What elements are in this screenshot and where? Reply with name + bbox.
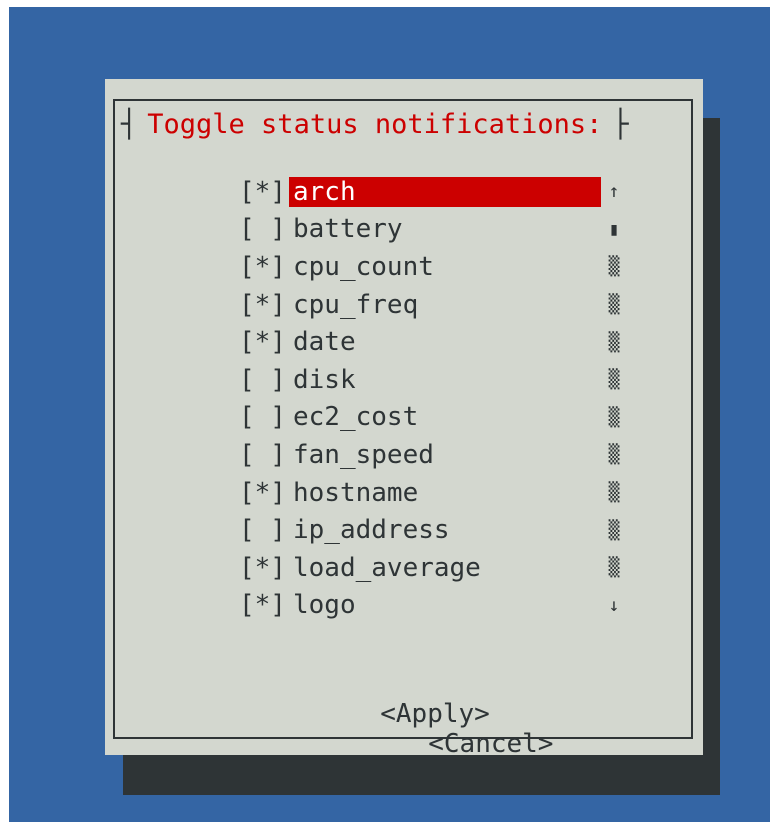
dialog-title-bar: ┤ Toggle status notifications: ├ bbox=[121, 107, 629, 143]
item-label[interactable]: arch bbox=[289, 176, 601, 207]
checklist: [*] arch ↑ [ ] battery ▮ [*] cpu_count ▒… bbox=[239, 173, 659, 624]
checklist-item-load-average[interactable]: [*] load_average ▒ bbox=[239, 549, 659, 587]
checklist-item-cpu-count[interactable]: [*] cpu_count ▒ bbox=[239, 248, 659, 286]
scroll-track[interactable]: ▒ bbox=[601, 444, 627, 465]
checklist-item-arch[interactable]: [*] arch ↑ bbox=[239, 173, 659, 211]
apply-button[interactable]: <Apply> bbox=[380, 699, 490, 729]
scroll-track[interactable]: ▒ bbox=[601, 256, 627, 277]
checkbox[interactable]: [ ] bbox=[239, 402, 289, 432]
item-label[interactable]: ec2_cost bbox=[289, 402, 601, 432]
item-label[interactable]: fan_speed bbox=[289, 440, 601, 470]
checkbox[interactable]: [*] bbox=[239, 327, 289, 357]
item-label[interactable]: disk bbox=[289, 365, 601, 395]
checkbox[interactable]: [ ] bbox=[239, 365, 289, 395]
checklist-item-ip-address[interactable]: [ ] ip_address ▒ bbox=[239, 511, 659, 549]
item-label[interactable]: ip_address bbox=[289, 515, 601, 545]
checkbox[interactable]: [ ] bbox=[239, 214, 289, 244]
item-label[interactable]: battery bbox=[289, 214, 601, 244]
checklist-item-disk[interactable]: [ ] disk ▒ bbox=[239, 361, 659, 399]
item-label[interactable]: load_average bbox=[289, 553, 601, 583]
checkbox[interactable]: [*] bbox=[239, 290, 289, 320]
scroll-down-arrow-icon[interactable]: ↓ bbox=[601, 595, 627, 616]
dialog-title: Toggle status notifications: bbox=[147, 109, 603, 140]
checkbox[interactable]: [*] bbox=[239, 478, 289, 508]
checkbox[interactable]: [ ] bbox=[239, 515, 289, 545]
checklist-item-hostname[interactable]: [*] hostname ▒ bbox=[239, 474, 659, 512]
checklist-item-battery[interactable]: [ ] battery ▮ bbox=[239, 211, 659, 249]
scroll-track[interactable]: ▒ bbox=[601, 369, 627, 390]
checklist-item-date[interactable]: [*] date ▒ bbox=[239, 323, 659, 361]
status-dialog: ┤ Toggle status notifications: ├ [*] arc… bbox=[105, 79, 703, 759]
dialog-frame: ┤ Toggle status notifications: ├ [*] arc… bbox=[113, 99, 693, 759]
item-label[interactable]: date bbox=[289, 327, 601, 357]
scroll-track[interactable]: ▒ bbox=[601, 294, 627, 315]
checklist-item-ec2-cost[interactable]: [ ] ec2_cost ▒ bbox=[239, 399, 659, 437]
checkbox[interactable]: [ ] bbox=[239, 440, 289, 470]
title-left-tick: ┤ bbox=[121, 109, 138, 140]
scroll-thumb[interactable]: ▮ bbox=[601, 219, 627, 240]
checklist-item-cpu-freq[interactable]: [*] cpu_freq ▒ bbox=[239, 286, 659, 324]
checkbox[interactable]: [*] bbox=[239, 590, 289, 620]
scroll-track[interactable]: ▒ bbox=[601, 557, 627, 578]
item-label[interactable]: hostname bbox=[289, 478, 601, 508]
terminal-screen: ┤ Toggle status notifications: ├ [*] arc… bbox=[9, 7, 770, 822]
cancel-button[interactable]: <Cancel> bbox=[428, 729, 553, 759]
title-right-tick: ├ bbox=[612, 109, 629, 140]
item-label[interactable]: logo bbox=[289, 590, 601, 620]
checklist-item-fan-speed[interactable]: [ ] fan_speed ▒ bbox=[239, 436, 659, 474]
scroll-track[interactable]: ▒ bbox=[601, 520, 627, 541]
item-label[interactable]: cpu_count bbox=[289, 252, 601, 282]
checkbox[interactable]: [*] bbox=[239, 252, 289, 282]
item-label[interactable]: cpu_freq bbox=[289, 290, 601, 320]
checkbox[interactable]: [*] bbox=[239, 553, 289, 583]
scroll-track[interactable]: ▒ bbox=[601, 482, 627, 503]
scroll-track[interactable]: ▒ bbox=[601, 332, 627, 353]
scroll-up-arrow-icon[interactable]: ↑ bbox=[601, 181, 627, 202]
button-bar: <Apply> <Cancel> bbox=[255, 669, 553, 789]
checklist-item-logo[interactable]: [*] logo ↓ bbox=[239, 587, 659, 625]
scroll-track[interactable]: ▒ bbox=[601, 407, 627, 428]
checkbox[interactable]: [*] bbox=[239, 177, 289, 207]
